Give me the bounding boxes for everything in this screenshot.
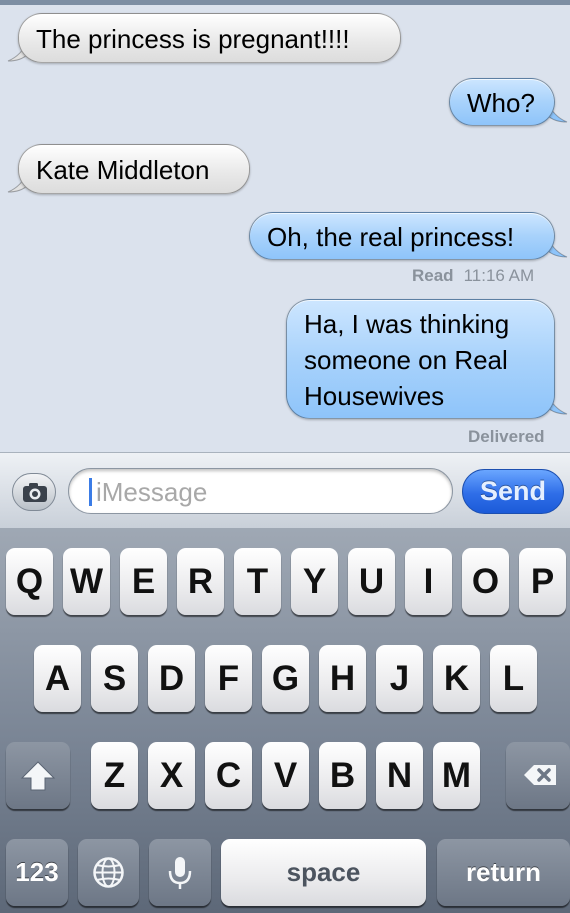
message-composer: iMessage Send [0,452,570,528]
key-m[interactable]: M [433,742,480,809]
key-r[interactable]: R [177,548,224,615]
key-x[interactable]: X [148,742,195,809]
key-s[interactable]: S [91,645,138,712]
message-incoming[interactable]: The princess is pregnant!!!! [18,13,401,63]
send-button[interactable]: Send [462,469,564,514]
backspace-icon [524,765,556,785]
key-p[interactable]: P [519,548,566,615]
backspace-key[interactable] [506,742,570,809]
camera-icon [23,483,47,502]
key-c[interactable]: C [205,742,252,809]
shift-key[interactable] [6,742,70,809]
key-l[interactable]: L [490,645,537,712]
message-outgoing[interactable]: Ha, I was thinking someone on Real House… [286,299,555,419]
numbers-key[interactable]: 123 [6,839,68,906]
key-n[interactable]: N [376,742,423,809]
key-a[interactable]: A [34,645,81,712]
text-cursor [89,478,92,506]
read-label: Read [412,266,454,285]
key-k[interactable]: K [433,645,480,712]
key-j[interactable]: J [376,645,423,712]
key-i[interactable]: I [405,548,452,615]
key-t[interactable]: T [234,548,281,615]
key-w[interactable]: W [63,548,110,615]
key-g[interactable]: G [262,645,309,712]
key-e[interactable]: E [120,548,167,615]
read-time: 11:16 AM [463,266,535,285]
message-input-placeholder: iMessage [96,477,208,507]
key-o[interactable]: O [462,548,509,615]
read-receipt: Read 11:16 AM [412,266,534,286]
key-f[interactable]: F [205,645,252,712]
camera-button[interactable] [12,473,56,511]
key-d[interactable]: D [148,645,195,712]
message-outgoing[interactable]: Who? [449,78,555,126]
shift-icon [20,761,56,791]
message-thread[interactable]: The princess is pregnant!!!! Who? Kate M… [0,5,570,452]
keyboard: Q W E R T Y U I O P A S D F G H J K L Z … [0,528,570,913]
space-key[interactable]: space [221,839,426,906]
key-y[interactable]: Y [291,548,338,615]
message-outgoing[interactable]: Oh, the real princess! [249,212,555,260]
key-u[interactable]: U [348,548,395,615]
globe-icon [93,857,124,888]
key-z[interactable]: Z [91,742,138,809]
dictation-key[interactable] [149,839,211,906]
message-incoming[interactable]: Kate Middleton [18,144,250,194]
message-input[interactable]: iMessage [68,468,453,514]
globe-key[interactable] [78,839,139,906]
key-q[interactable]: Q [6,548,53,615]
key-v[interactable]: V [262,742,309,809]
microphone-icon [168,857,192,889]
key-h[interactable]: H [319,645,366,712]
delivered-receipt: Delivered [468,427,545,446]
return-key[interactable]: return [437,839,570,906]
key-b[interactable]: B [319,742,366,809]
